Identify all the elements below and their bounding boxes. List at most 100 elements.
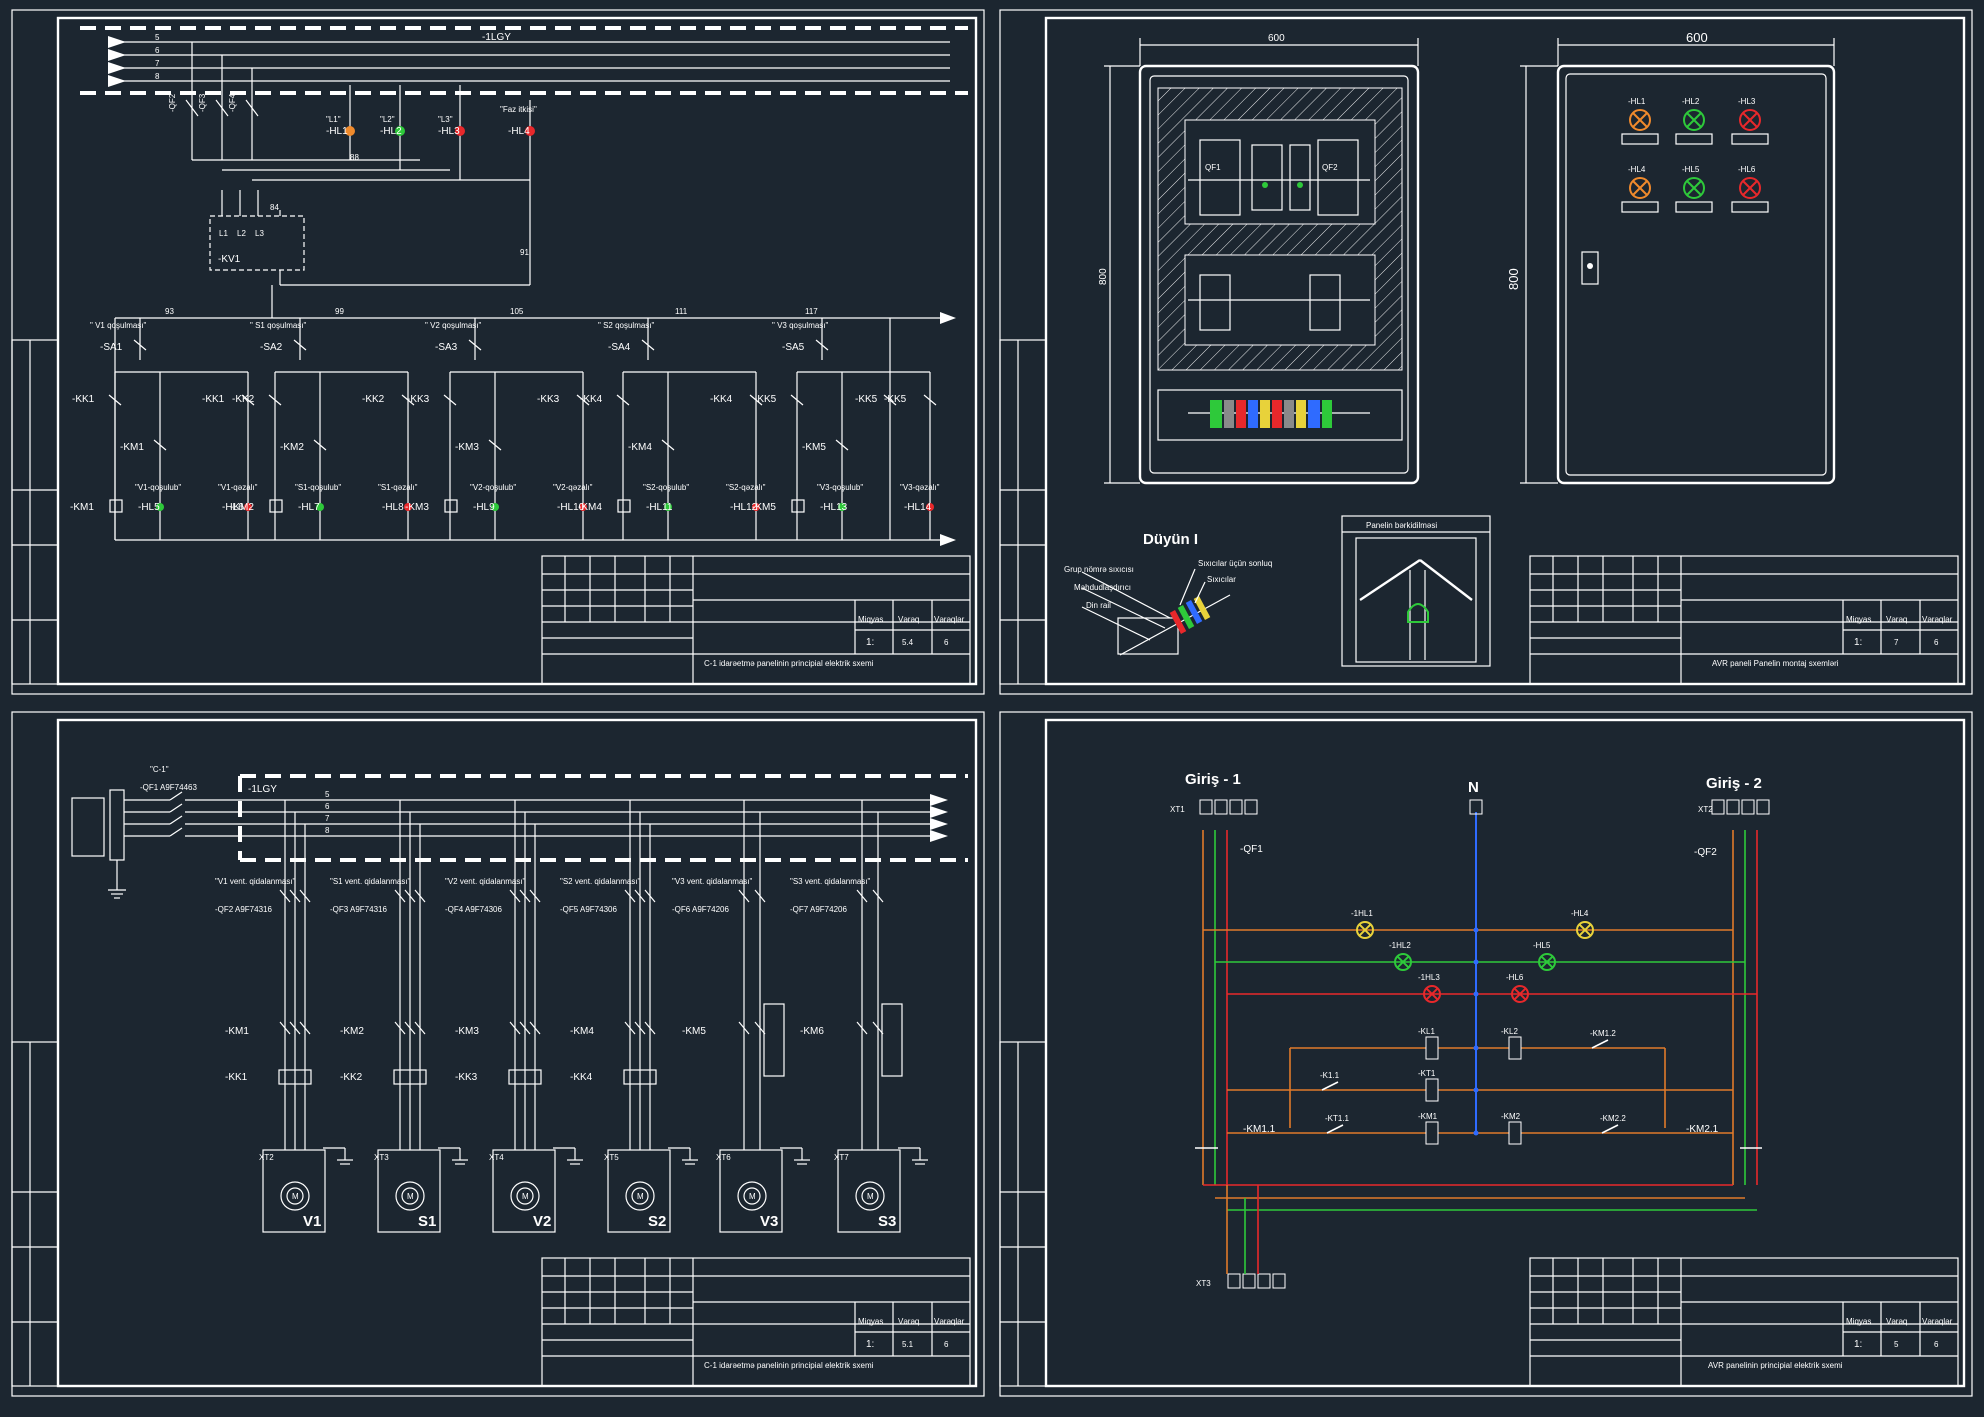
bus-number: 6 bbox=[325, 802, 330, 811]
overload-tag: -KK1 bbox=[202, 394, 225, 405]
sheet1-inner-frame bbox=[56, 16, 978, 686]
kv1-terminal: L1 bbox=[219, 229, 228, 238]
selector-label: " S1 qoşulması" bbox=[250, 321, 307, 330]
door-lamp-tag: -HL4 bbox=[1628, 165, 1646, 174]
lamp-hl4: -HL4 bbox=[508, 126, 530, 137]
avr-lamp-tag: -HL6 bbox=[1506, 973, 1524, 982]
feeder-contactor: -KM1 bbox=[225, 1026, 249, 1037]
stamp-sheet: 7 bbox=[1894, 638, 1899, 647]
breaker-label: -QF2 bbox=[168, 93, 177, 112]
stamp-sheets: 6 bbox=[944, 1340, 949, 1349]
feeder-label: "V2 vent. qidalanması" bbox=[445, 877, 526, 886]
motor-name: S2 bbox=[648, 1213, 666, 1230]
feeder-contactor: -KM6 bbox=[800, 1026, 824, 1037]
motor-name: S1 bbox=[418, 1213, 436, 1230]
input-terminals bbox=[109, 789, 125, 861]
sheet-avr-circuit: Giriş - 1 Giriş - 2 N XT1 XT2 XT3 -QF1 -… bbox=[999, 711, 1973, 1397]
terminal-box bbox=[1244, 799, 1258, 815]
lamp-hl2: -HL2 bbox=[380, 126, 402, 137]
bus-number: 5 bbox=[155, 33, 160, 42]
enclosure-door-view bbox=[1556, 64, 1836, 485]
motor-lamp-label: "V1-qəzalı" bbox=[218, 483, 258, 492]
stamp-sheet-head: Vərəq bbox=[898, 615, 919, 624]
wire-number: 91 bbox=[520, 248, 529, 257]
stamp-sheet: 5.1 bbox=[902, 1340, 914, 1349]
contact-tag: -KM1.2 bbox=[1590, 1029, 1616, 1038]
qf-left-label: -QF1 bbox=[1240, 844, 1263, 855]
overload-tag: -KK2 bbox=[362, 394, 385, 405]
relay-tag: -KL1 bbox=[1418, 1027, 1435, 1036]
svg-text:M: M bbox=[407, 1192, 414, 1201]
door-lamps: -HL1 -HL2 -HL3 -HL4 -HL5 -HL6 bbox=[1621, 97, 1769, 213]
motor-lamp-label: "V1-qoşulub" bbox=[135, 483, 181, 492]
feeder-label: "S3 vent. qidalanması" bbox=[790, 877, 871, 886]
stamp-sheet-head: Vərəq bbox=[1886, 615, 1907, 624]
feeder-overload: -KK2 bbox=[340, 1072, 363, 1083]
relay-tag: -KM2 bbox=[1501, 1112, 1521, 1121]
stamp-sheet: 5 bbox=[1894, 1340, 1899, 1349]
contactor-aux-tag: -KM1 bbox=[120, 442, 144, 453]
motor-column: " S2 qoşulması" -SA4 -KK4 -KK4 -KM4 -KM4 "S2-q… bbox=[578, 318, 766, 540]
motor-terminal: XT6 bbox=[716, 1153, 731, 1162]
lamp-hl3: -HL3 bbox=[438, 126, 460, 137]
motor-terminal: XT2 bbox=[259, 1153, 274, 1162]
xt3-label: XT3 bbox=[1196, 1279, 1211, 1288]
terminal-box bbox=[1229, 799, 1243, 815]
svg-text:M: M bbox=[867, 1192, 874, 1201]
terminal-box bbox=[1214, 799, 1228, 815]
breaker-label: -QF4 bbox=[228, 93, 237, 112]
door-lamp-icon bbox=[1683, 177, 1705, 199]
selector-tag: -SA1 bbox=[100, 342, 123, 353]
avr-lamp-tag: -HL5 bbox=[1533, 941, 1551, 950]
feeder-contactor: -KM2 bbox=[340, 1026, 364, 1037]
stamp-sheet: 5.4 bbox=[902, 638, 914, 647]
stamp-scale: 1: bbox=[866, 1339, 874, 1350]
motor-lamp-tag: -HL8 bbox=[382, 502, 404, 513]
wire-number: 84 bbox=[270, 203, 279, 212]
motor-column: " V2 qoşulması" -SA3 -KK3 -KK3 -KM3 -KM3 "V2-q… bbox=[405, 318, 593, 540]
drawing-canvas: -1LGY 5 6 7 8 -QF2 -QF3 -QF4 "L1" -HL1 "… bbox=[11, 9, 1973, 1397]
bus-number: 5 bbox=[325, 790, 330, 799]
door-lamp-tag: -HL5 bbox=[1682, 165, 1700, 174]
motor-lamp-tag: -HL14 bbox=[904, 502, 932, 513]
sheet3-bus-label: -1LGY bbox=[248, 784, 277, 795]
feeder-contactor: -KM3 bbox=[455, 1026, 479, 1037]
sheet1-bus-lines bbox=[108, 36, 950, 87]
selector-tag: -SA2 bbox=[260, 342, 283, 353]
stamp-scale: 1: bbox=[866, 637, 874, 648]
motor-lamp-label: "S2-qoşulub" bbox=[643, 483, 689, 492]
wire-number: 117 bbox=[805, 307, 818, 316]
sheet-assembly: 600 800 600 800 QF1 QF2 -HL1 -HL2 -HL3-H… bbox=[999, 9, 1973, 695]
relay-coil-icon bbox=[1508, 1121, 1522, 1145]
feeder-contactor: -KM4 bbox=[570, 1026, 594, 1037]
sheet-power-circuit: "C-1" -QF1 A9F74463 -1LGY 5 6 7 8 "V1 ve… bbox=[11, 711, 985, 1397]
terminal-box bbox=[1726, 799, 1740, 815]
motor-lamp-label: "S1-qoşulub" bbox=[295, 483, 341, 492]
contactor-coil-tag: -KM5 bbox=[752, 502, 776, 513]
sheet4-inner-frame bbox=[1044, 718, 1966, 1388]
sheet4-side-stamp bbox=[999, 1041, 1047, 1387]
door-lamp-icon bbox=[1629, 177, 1651, 199]
stamp-sheets: 6 bbox=[1934, 638, 1939, 647]
stamp-scale-head: Miqyas bbox=[858, 615, 883, 624]
motor-name: V2 bbox=[533, 1213, 551, 1230]
extra-column: -KK5 bbox=[855, 318, 897, 540]
main-breaker-qf1 bbox=[124, 791, 240, 837]
overload-tag: -KK3 bbox=[407, 394, 430, 405]
kv1-terminal: L2 bbox=[237, 229, 246, 238]
motor-terminal: XT4 bbox=[489, 1153, 504, 1162]
contact-tag: -K1.1 bbox=[1320, 1071, 1340, 1080]
lamp-label: "L2" bbox=[380, 115, 395, 124]
sheet3-feeders: "V1 vent. qidalanması" -QF2 A9F74316 -KM1 -… bbox=[215, 800, 928, 1233]
feeder-overload: -KK1 bbox=[225, 1072, 248, 1083]
feeder-breaker: -QF5 A9F74306 bbox=[560, 905, 617, 914]
contactor-aux-tag: -KM4 bbox=[628, 442, 652, 453]
stamp-sheets: 6 bbox=[1934, 1340, 1939, 1349]
stamp-scale: 1: bbox=[1854, 637, 1862, 648]
lamp-label: "L1" bbox=[326, 115, 341, 124]
stamp-scale-head: Miqyas bbox=[858, 1317, 883, 1326]
terminal-box bbox=[1257, 1273, 1271, 1289]
sheet1-breakers bbox=[185, 42, 259, 160]
sheet1-motor-columns: " V1 qoşulması" -SA1 -KK1 -KK1 -KM1 -KM1 "V1-q… bbox=[70, 318, 940, 540]
contactor-aux-tag: -KM2 bbox=[280, 442, 304, 453]
